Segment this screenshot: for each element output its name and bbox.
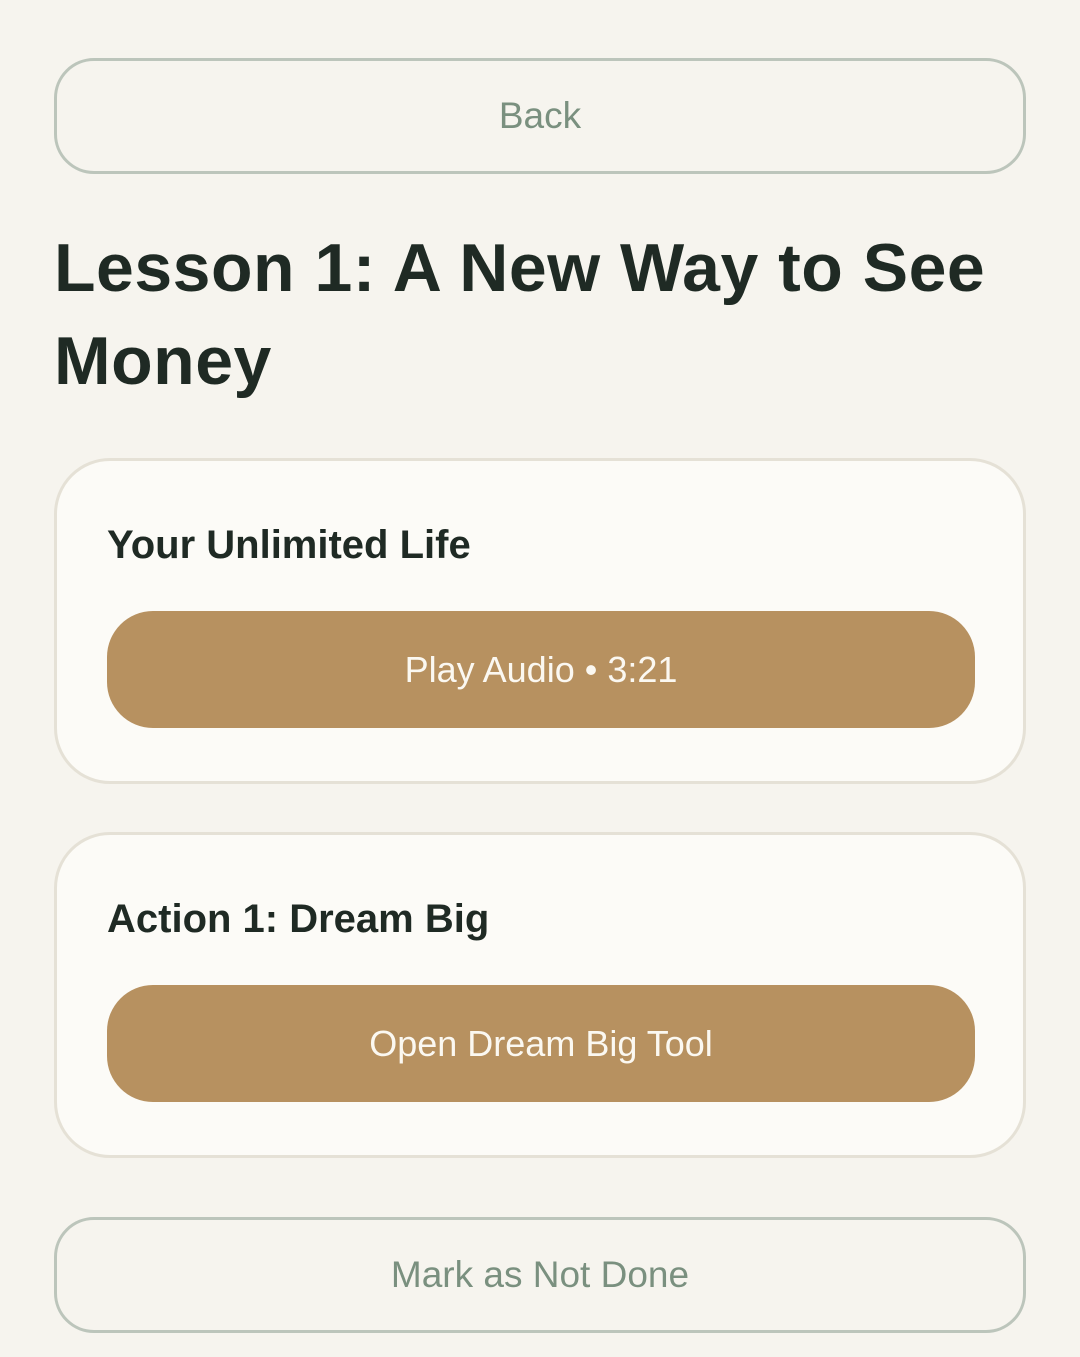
mark-not-done-button-label: Mark as Not Done	[390, 1254, 690, 1295]
audio-card-title: Your Unlimited Life	[107, 523, 471, 567]
play-audio-button-label: Play Audio • 3:21	[404, 648, 678, 690]
back-button[interactable]: Back	[54, 58, 1026, 174]
play-audio-button[interactable]: Play Audio • 3:21	[107, 611, 975, 728]
action-card: Action 1: Dream Big Open Dream Big Tool	[54, 832, 1026, 1158]
mark-not-done-button[interactable]: Mark as Not Done	[54, 1217, 1026, 1333]
open-dream-big-tool-button[interactable]: Open Dream Big Tool	[107, 985, 975, 1102]
action-card-title: Action 1: Dream Big	[107, 897, 490, 941]
open-dream-big-tool-button-label: Open Dream Big Tool	[369, 1022, 713, 1064]
audio-card: Your Unlimited Life Play Audio • 3:21	[54, 458, 1026, 784]
back-button-label: Back	[498, 95, 582, 136]
page-title: Lesson 1: A New Way to See Money	[54, 230, 986, 399]
